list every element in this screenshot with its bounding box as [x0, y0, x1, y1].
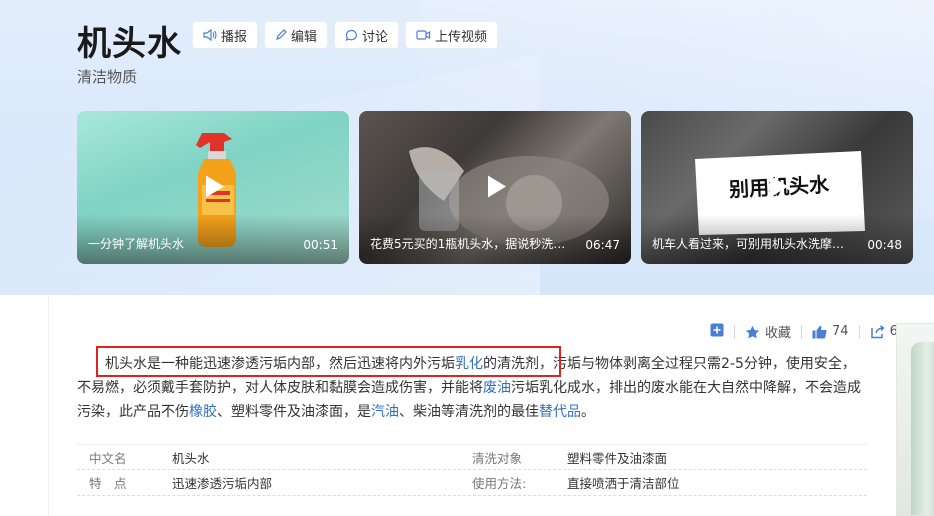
- link-rubber[interactable]: 橡胶: [189, 404, 217, 420]
- info-value: 塑料零件及油漆面: [567, 450, 668, 466]
- speaker-icon: [203, 29, 217, 41]
- info-value: 机头水: [172, 450, 210, 466]
- discuss-button[interactable]: 讨论: [334, 21, 400, 49]
- video-card[interactable]: 别用机头水 机车人看过来，可别用机头水洗摩托车… 00:48: [641, 111, 913, 264]
- like-count: 74: [832, 324, 849, 339]
- hero-banner: 机头水 播报 编辑 讨论 上传视频 清洁物质 一分钟了解机头水 00:51 花费…: [0, 0, 934, 295]
- highlight-annotation-box: [96, 346, 561, 377]
- chat-bubble-icon: [345, 29, 358, 42]
- video-card[interactable]: 一分钟了解机头水 00:51: [77, 111, 349, 264]
- video-duration: 00:51: [303, 238, 338, 252]
- info-value: 直接喷洒于清洁部位: [567, 476, 680, 491]
- favorite-button[interactable]: 收藏: [745, 322, 791, 341]
- play-icon: [770, 175, 788, 197]
- broadcast-button[interactable]: 播报: [192, 21, 259, 49]
- edit-button[interactable]: 编辑: [264, 21, 329, 49]
- play-icon: [488, 175, 506, 197]
- share-button[interactable]: 6: [870, 324, 898, 339]
- info-row: 中文名 机头水 清洗对象 塑料零件及油漆面: [77, 444, 867, 470]
- upload-video-label: 上传视频: [435, 29, 488, 45]
- summary-text: 、塑料零件及油漆面，是: [217, 404, 371, 420]
- broadcast-label: 播报: [221, 29, 248, 45]
- thumbs-up-icon: [812, 325, 827, 338]
- upload-video-button[interactable]: 上传视频: [405, 21, 499, 49]
- summary-image[interactable]: [896, 323, 934, 516]
- pencil-icon: [275, 29, 287, 41]
- share-icon: [870, 324, 884, 338]
- star-icon: [745, 325, 760, 338]
- stats-separator: [858, 324, 860, 339]
- video-camera-icon: [416, 29, 431, 41]
- basic-info-table: 中文名 机头水 清洗对象 塑料零件及油漆面 特 点 迅速渗透污垢内部 使用方法:…: [77, 444, 867, 496]
- content-divider: [48, 296, 49, 516]
- edit-label: 编辑: [291, 29, 318, 45]
- info-row: 特 点 迅速渗透污垢内部 使用方法: 直接喷洒于清洁部位: [77, 470, 867, 496]
- video-list: 一分钟了解机头水 00:51 花费5元买的1瓶机头水，据说秒洗发动机… 06:4…: [77, 111, 913, 264]
- discuss-label: 讨论: [362, 29, 389, 45]
- link-gasoline[interactable]: 汽油: [371, 404, 399, 420]
- product-can-image: [911, 342, 934, 515]
- page-title: 机头水: [77, 24, 182, 64]
- video-duration: 00:48: [867, 238, 902, 252]
- info-label: 特 点: [89, 476, 127, 491]
- stats-separator: [734, 324, 735, 339]
- video-title: 机车人看过来，可别用机头水洗摩托车…: [652, 237, 852, 251]
- info-label: 使用方法:: [472, 476, 527, 491]
- link-substitute[interactable]: 替代品: [539, 404, 581, 420]
- video-duration: 06:47: [585, 238, 620, 252]
- favorite-label: 收藏: [765, 326, 792, 341]
- like-button[interactable]: 74: [812, 324, 849, 339]
- video-card[interactable]: 花费5元买的1瓶机头水，据说秒洗发动机… 06:47: [359, 111, 631, 264]
- action-bar: 播报 编辑 讨论 上传视频: [192, 21, 499, 49]
- stats-separator: [801, 324, 803, 339]
- video-title: 花费5元买的1瓶机头水，据说秒洗发动机…: [370, 237, 570, 251]
- page-subtitle: 清洁物质: [77, 68, 138, 86]
- info-label: 清洗对象: [472, 450, 523, 466]
- info-label: 中文名: [89, 450, 127, 466]
- stats-bar: 收藏 74 6: [710, 322, 898, 341]
- plus-box-icon[interactable]: [710, 323, 724, 341]
- video-title: 一分钟了解机头水: [88, 237, 185, 251]
- info-value: 迅速渗透污垢内部: [172, 476, 273, 491]
- summary-text: 。: [581, 404, 595, 420]
- link-waste-oil[interactable]: 废油: [483, 380, 511, 396]
- play-icon: [206, 175, 224, 197]
- summary-text: 、柴油等清洗剂的最佳: [399, 404, 539, 420]
